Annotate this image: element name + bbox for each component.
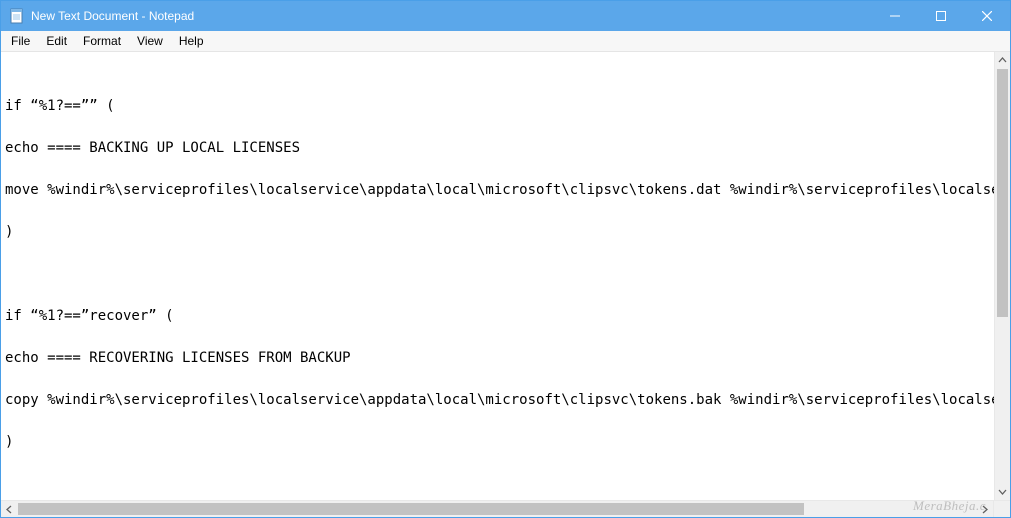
menu-help[interactable]: Help	[171, 31, 212, 52]
notepad-icon	[9, 8, 25, 24]
menu-file[interactable]: File	[3, 31, 38, 52]
editor-line	[5, 411, 990, 432]
scroll-down-arrow-icon[interactable]	[995, 483, 1010, 500]
editor-line: )	[5, 222, 990, 243]
text-editor[interactable]: if “%1?==”” ( echo ==== BACKING UP LOCAL…	[1, 52, 994, 500]
editor-line	[5, 453, 990, 474]
hscroll-track[interactable]	[18, 501, 976, 517]
menu-bar: File Edit Format View Help	[1, 31, 1010, 52]
editor-line: if “%1?==”” (	[5, 96, 990, 117]
scroll-up-arrow-icon[interactable]	[995, 52, 1010, 69]
editor-line: if “%1?==”recover” (	[5, 306, 990, 327]
editor-line	[5, 264, 990, 285]
editor-line	[5, 369, 990, 390]
editor-line	[5, 474, 990, 495]
maximize-button[interactable]	[918, 1, 964, 31]
minimize-button[interactable]	[872, 1, 918, 31]
editor-line	[5, 327, 990, 348]
menu-format[interactable]: Format	[75, 31, 129, 52]
editor-line: )	[5, 432, 990, 453]
editor-line	[5, 75, 990, 96]
editor-line: copy %windir%\serviceprofiles\localservi…	[5, 390, 990, 411]
hscroll-thumb[interactable]	[18, 503, 804, 515]
scroll-right-arrow-icon[interactable]	[976, 501, 993, 518]
title-bar[interactable]: New Text Document - Notepad	[1, 1, 1010, 31]
horizontal-scrollbar[interactable]	[1, 500, 993, 517]
menu-edit[interactable]: Edit	[38, 31, 75, 52]
menu-view[interactable]: View	[129, 31, 171, 52]
editor-line: echo ==== RECOVERING LICENSES FROM BACKU…	[5, 348, 990, 369]
vertical-scrollbar[interactable]	[994, 52, 1010, 500]
close-button[interactable]	[964, 1, 1010, 31]
scroll-left-arrow-icon[interactable]	[1, 501, 18, 518]
editor-line	[5, 117, 990, 138]
editor-line	[5, 201, 990, 222]
editor-line	[5, 54, 990, 75]
editor-line	[5, 243, 990, 264]
editor-line: move %windir%\serviceprofiles\localservi…	[5, 180, 990, 201]
editor-line: echo ==== BACKING UP LOCAL LICENSES	[5, 138, 990, 159]
editor-line	[5, 159, 990, 180]
resize-grip[interactable]	[993, 500, 1010, 517]
editor-line	[5, 285, 990, 306]
vscroll-thumb[interactable]	[997, 69, 1008, 317]
window-title: New Text Document - Notepad	[31, 9, 194, 23]
vscroll-track[interactable]	[995, 69, 1010, 483]
